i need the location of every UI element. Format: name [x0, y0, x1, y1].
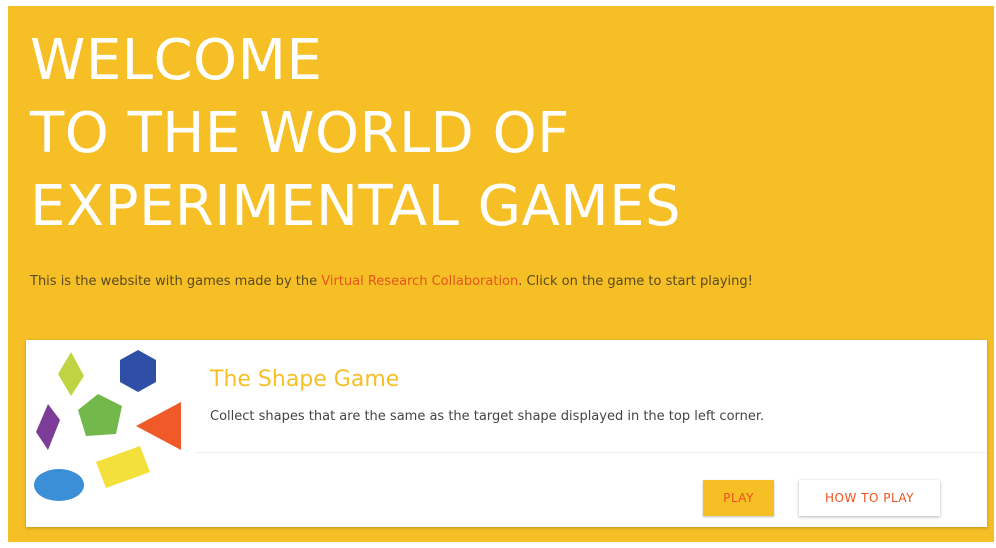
green-pentagon-shape [78, 394, 122, 436]
intro-text-after: . Click on the game to start playing! [518, 274, 753, 289]
blue-ellipse-shape [34, 469, 84, 501]
game-title[interactable]: The Shape Game [210, 367, 399, 392]
game-description: Collect shapes that are the same as the … [210, 409, 765, 424]
shape-game-card[interactable]: The Shape Game Collect shapes that are t… [26, 340, 987, 527]
navy-hexagon-shape [120, 350, 156, 392]
orange-triangle-shape [136, 402, 181, 450]
page-background: WELCOME TO THE WORLD OF EXPERIMENTAL GAM… [8, 6, 994, 542]
shape-game-thumbnail[interactable] [26, 340, 196, 527]
hero-title-line-1: WELCOME [30, 28, 323, 93]
hero-title-line-2: TO THE WORLD OF [30, 101, 570, 166]
how-to-play-button[interactable]: HOW TO PLAY [799, 480, 940, 516]
intro-text-before: This is the website with games made by t… [30, 274, 322, 289]
purple-rhombus-shape [36, 404, 60, 450]
card-divider [196, 452, 987, 453]
hero-title-line-3: EXPERIMENTAL GAMES [30, 174, 682, 239]
hero-title: WELCOME TO THE WORLD OF EXPERIMENTAL GAM… [30, 24, 681, 243]
play-button[interactable]: PLAY [703, 480, 774, 516]
lime-rhombus-shape [58, 352, 84, 396]
virtual-research-collaboration-link[interactable]: Virtual Research Collaboration [321, 274, 518, 289]
intro-text: This is the website with games made by t… [30, 274, 753, 289]
yellow-rectangle-shape [96, 446, 150, 488]
